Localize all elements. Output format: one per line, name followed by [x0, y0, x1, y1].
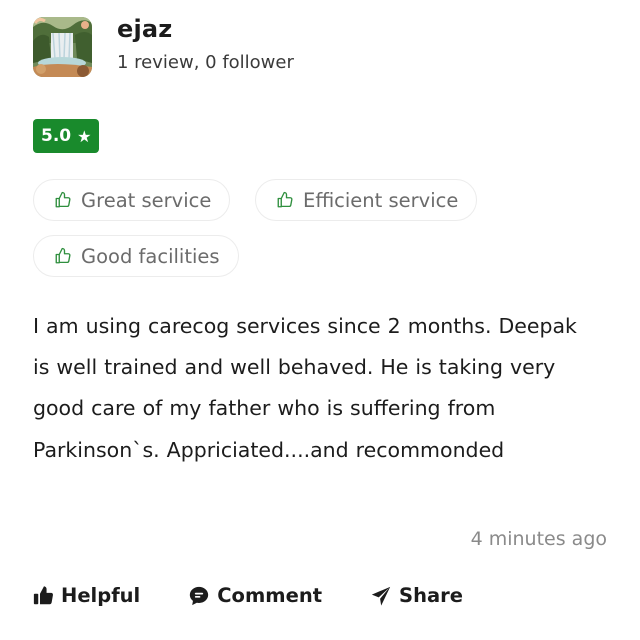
comment-button[interactable]: Comment: [188, 584, 322, 607]
thumbs-up-filled-icon: [33, 586, 53, 605]
reviewer-name[interactable]: ejaz: [117, 14, 294, 44]
thumbs-up-icon: [55, 191, 71, 208]
review-timestamp: 4 minutes ago: [470, 528, 607, 550]
tag-efficient-service: Efficient service: [255, 179, 478, 221]
thumbs-up-icon: [277, 191, 293, 208]
tag-label: Great service: [81, 188, 212, 212]
review-card: ejaz 1 review, 0 follower 5.0 ★ Great se…: [0, 0, 640, 640]
tag-label: Efficient service: [303, 188, 459, 212]
rating-value: 5.0: [41, 126, 72, 146]
review-body: I am using carecog services since 2 mont…: [33, 314, 577, 462]
review-actions: Helpful Comment Share: [33, 584, 463, 607]
helpful-label: Helpful: [61, 584, 141, 607]
comment-bubble-icon: [190, 586, 209, 605]
waterfall-photo-icon: [33, 17, 92, 77]
tag-great-service: Great service: [33, 179, 231, 221]
share-button[interactable]: Share: [370, 584, 463, 607]
reviewer-header[interactable]: ejaz 1 review, 0 follower: [33, 14, 294, 77]
reviewer-avatar[interactable]: [33, 17, 92, 77]
reviewer-stats: 1 review, 0 follower: [117, 52, 294, 73]
thumbs-up-icon: [55, 247, 71, 264]
comment-label: Comment: [217, 584, 323, 607]
helpful-button[interactable]: Helpful: [33, 584, 140, 607]
tag-label: Good facilities: [81, 244, 220, 268]
share-label: Share: [399, 584, 463, 607]
rating-badge: 5.0 ★: [33, 119, 100, 153]
star-icon: ★: [77, 126, 92, 146]
send-arrow-icon: [371, 586, 391, 606]
tag-good-facilities: Good facilities: [33, 235, 239, 277]
